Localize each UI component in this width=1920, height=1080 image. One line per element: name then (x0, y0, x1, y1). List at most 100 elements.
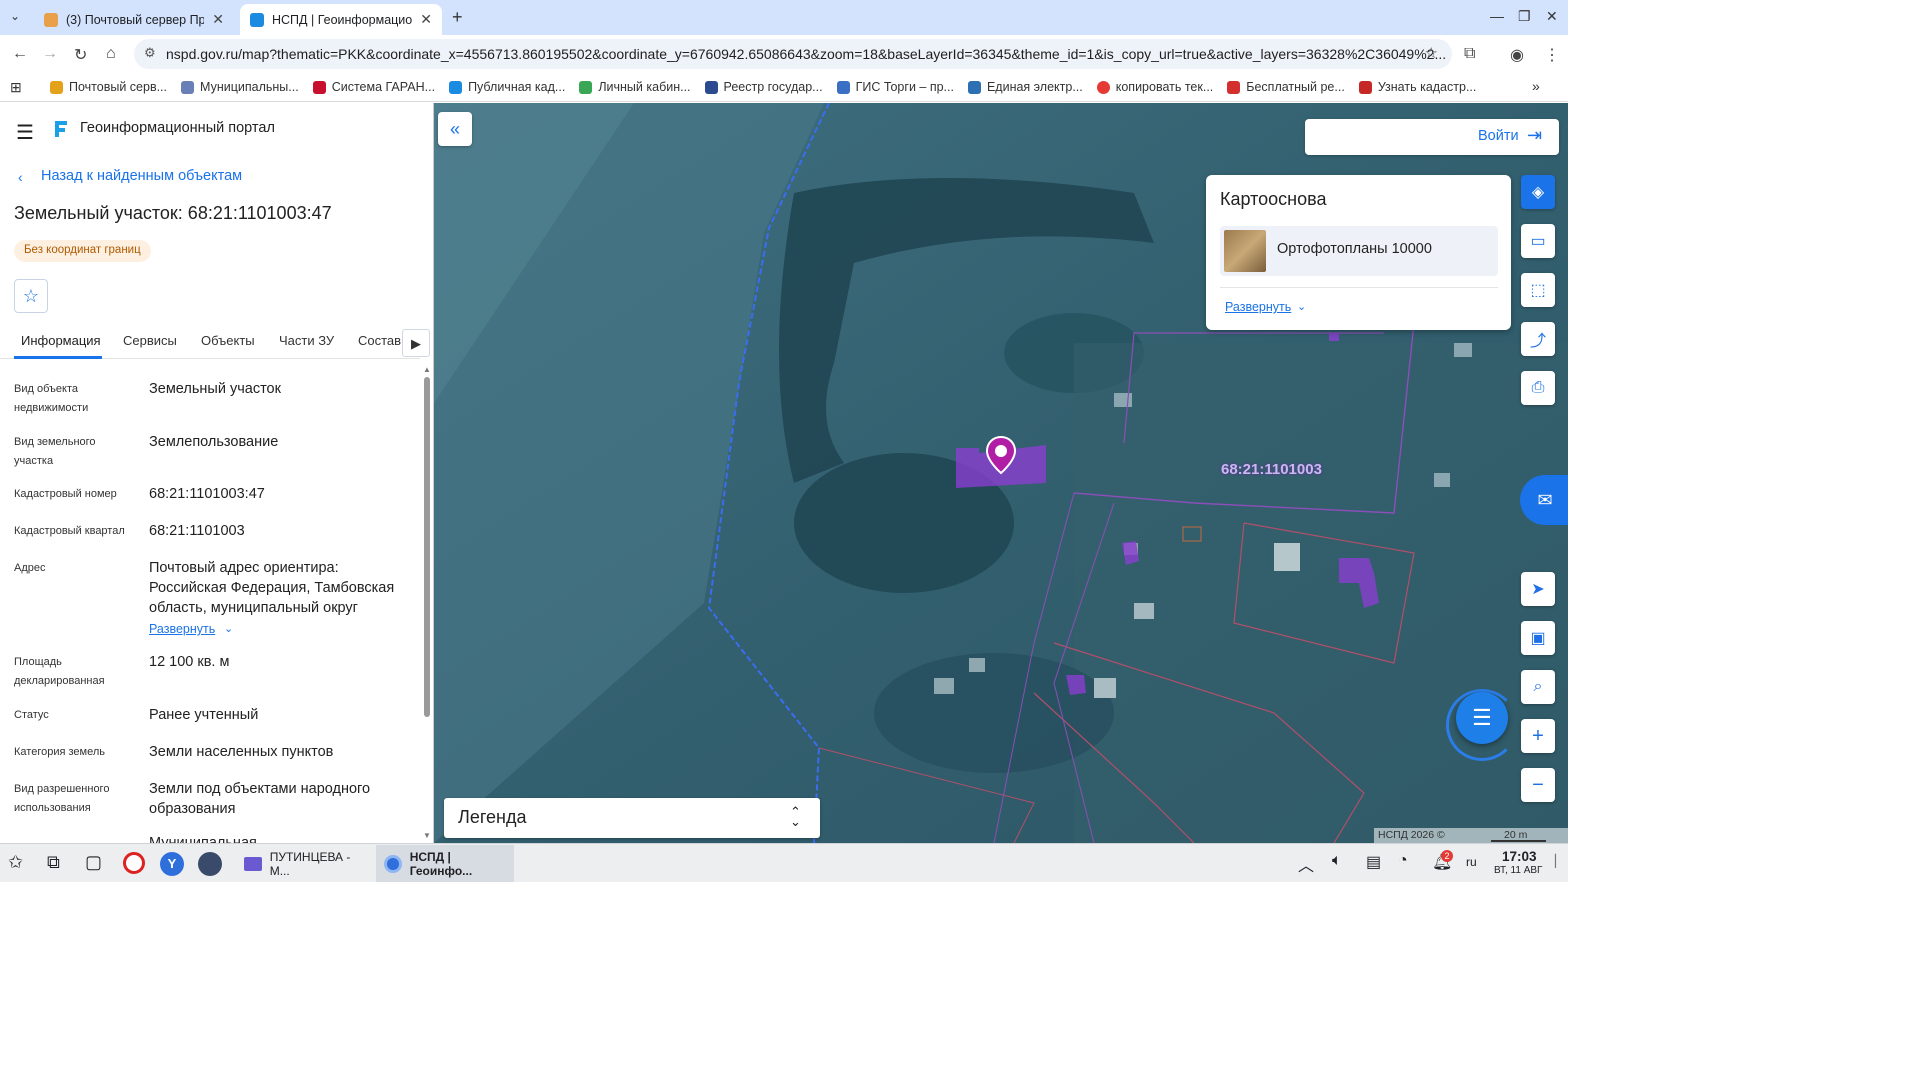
menu-dots-icon[interactable]: ⋮ (1544, 45, 1560, 65)
back-chevron-icon[interactable]: ‹ (18, 169, 23, 185)
field-value: Земли под объектами народного образовани… (149, 781, 371, 817)
bookmark-label: Муниципальны... (200, 80, 299, 94)
area-select-button[interactable]: ⬚ (1521, 273, 1555, 307)
chevron-down-icon[interactable]: ⌄ (224, 622, 233, 635)
clock-date[interactable]: ВТ, 11 АВГ (1494, 865, 1542, 876)
show-desktop-icon[interactable]: ▏ (1555, 854, 1564, 868)
select-area-icon: ⬚ (1530, 282, 1546, 299)
chevron-down-icon[interactable]: ⌄ (1297, 300, 1306, 313)
app-red-icon[interactable] (123, 852, 145, 874)
scrollbar-thumb[interactable] (424, 377, 430, 717)
bookmark-item[interactable]: Система ГАРАН... (312, 80, 435, 94)
hamburger-menu-icon[interactable]: ☰ (16, 120, 34, 145)
bookmark-item[interactable]: Личный кабин... (579, 80, 691, 94)
favorite-star-button[interactable]: ☆ (14, 279, 48, 313)
chat-assistant-button[interactable]: ☰ (1456, 692, 1508, 744)
bookmark-star-icon[interactable]: ☆ (1425, 44, 1438, 62)
network-icon[interactable]: ▤ (1366, 852, 1388, 874)
bookmark-item[interactable]: копировать тек... (1096, 80, 1213, 94)
login-button[interactable]: Войти ⇥ (1305, 119, 1559, 155)
tab-mail[interactable]: (3) Почтовый сервер Пр ✕ (34, 4, 234, 35)
windows-icon[interactable]: ⧉ (47, 852, 69, 874)
legend-label: Легенда (458, 807, 527, 827)
feedback-tab-button[interactable]: ✉ (1520, 475, 1568, 525)
new-tab-icon[interactable]: + (452, 7, 463, 28)
basemap-expand-link[interactable]: Развернуть (1225, 300, 1291, 314)
keyboard-layout[interactable]: ru (1466, 855, 1477, 869)
bookmark-item[interactable]: ГИС Торги – пр... (836, 80, 954, 94)
zoom-in-button[interactable]: + (1521, 719, 1555, 753)
bookmark-item[interactable]: Единая электр... (967, 80, 1083, 94)
basemap-option[interactable]: Ортофотопланы 10000 (1220, 226, 1498, 276)
tab-information[interactable]: Информация (21, 333, 101, 348)
favorites-icon[interactable]: ✩ (8, 852, 30, 874)
minimap-button[interactable]: ▣ (1521, 621, 1555, 655)
bookmark-item[interactable]: Бесплатный ре... (1227, 80, 1345, 94)
performance-icon[interactable]: ◔ (1398, 852, 1420, 874)
minimize-icon[interactable]: — (1490, 8, 1504, 24)
forward-icon[interactable]: → (42, 45, 58, 63)
scroll-down-icon[interactable]: ▼ (423, 831, 431, 840)
collapse-panel-button[interactable]: « (438, 112, 472, 146)
back-to-results-link[interactable]: Назад к найденным объектам (41, 168, 242, 184)
map-view[interactable]: 68:21:1101003 « Войти ⇥ Картооснова Орто… (434, 103, 1568, 843)
panel-scrollbar[interactable]: ▲ ▼ (423, 365, 431, 841)
reload-icon[interactable]: ↻ (74, 45, 87, 65)
tab-nspd[interactable]: НСПД | Геоинформацио ✕ (240, 4, 442, 35)
more-bookmarks-icon[interactable]: » (1532, 78, 1540, 94)
bookmark-item[interactable]: Реестр государ... (704, 80, 823, 94)
bookmark-favicon-icon (1096, 80, 1110, 94)
tab-parts[interactable]: Части ЗУ (279, 333, 334, 348)
share-button[interactable]: ⤴ (1521, 322, 1555, 356)
tab-objects[interactable]: Объекты (201, 333, 255, 348)
expand-address-link[interactable]: Развернуть (149, 622, 215, 636)
field-label: Площадь декларированная (14, 656, 105, 687)
active-tab-indicator (14, 356, 102, 359)
geo-search-button[interactable]: ⌕ (1521, 670, 1555, 704)
tray-expand-icon[interactable]: ︿ (1298, 852, 1320, 875)
login-icon: ⇥ (1527, 125, 1543, 145)
home-icon[interactable]: ⌂ (106, 45, 116, 63)
zoom-out-button[interactable]: − (1521, 768, 1555, 802)
apps-grid-icon[interactable]: ⊞ (10, 79, 22, 96)
restore-icon[interactable]: ❐ (1518, 8, 1531, 25)
tab-composition[interactable]: Состав (358, 333, 401, 348)
tabs-scroll-right-button[interactable]: ▶ (402, 329, 430, 357)
bookmark-item[interactable]: Узнать кадастр... (1358, 80, 1476, 94)
print-button[interactable]: ⎙ (1521, 371, 1555, 405)
file-manager-icon[interactable]: ▢ (85, 852, 107, 874)
object-info-panel: ☰ Геоинформационный портал ‹ Назад к най… (0, 103, 434, 843)
back-icon[interactable]: ← (12, 45, 28, 63)
layers-button[interactable]: ◈ (1521, 175, 1555, 209)
plus-icon: + (1532, 724, 1544, 747)
close-icon[interactable]: ✕ (420, 11, 432, 28)
field-label: Кадастровый номер (14, 488, 117, 500)
tab-search-icon[interactable]: ⌄ (10, 9, 20, 23)
bookmark-item[interactable]: Муниципальны... (181, 80, 299, 94)
window-close-icon[interactable]: ✕ (1546, 8, 1558, 25)
extensions-icon[interactable]: ⧉ (1464, 45, 1475, 63)
taskbar-window-folder[interactable]: ПУТИНЦЕВА - М... (236, 845, 372, 882)
close-icon[interactable]: ✕ (212, 11, 224, 28)
profile-icon[interactable]: ◉ (1510, 45, 1524, 65)
locate-button[interactable]: ➤ (1521, 572, 1555, 606)
scroll-up-icon[interactable]: ▲ (423, 365, 431, 374)
copyright-text: НСПД 2026 © (1378, 829, 1445, 841)
address-bar[interactable]: ⚙ nspd.gov.ru/map?thematic=PKK&coordinat… (134, 39, 1452, 69)
volume-icon[interactable]: 🔈︎ (1332, 852, 1354, 874)
taskbar-window-browser[interactable]: НСПД | Геоинфо... (376, 845, 514, 882)
site-info-icon[interactable]: ⚙ (144, 45, 156, 61)
clock-time[interactable]: 17:03 (1502, 849, 1537, 864)
bookmark-item[interactable]: Почтовый серв... (50, 80, 167, 94)
object-tabs: Информация Сервисы Объекты Части ЗУ Сост… (0, 327, 430, 359)
ruler-icon: ▭ (1530, 233, 1546, 250)
map-marker-icon[interactable] (985, 435, 1017, 475)
tab-services[interactable]: Сервисы (123, 333, 177, 348)
bookmark-item[interactable]: Публичная кад... (449, 80, 565, 94)
app-dark-icon[interactable] (198, 852, 222, 876)
ruler-button[interactable]: ▭ (1521, 224, 1555, 258)
legend-toggle[interactable]: Легенда ⌃ ⌄ (444, 798, 820, 838)
field-value: 12 100 кв. м (149, 654, 230, 670)
field-label: Вид земельного участка (14, 436, 96, 467)
yandex-browser-icon[interactable]: Y (160, 852, 184, 876)
